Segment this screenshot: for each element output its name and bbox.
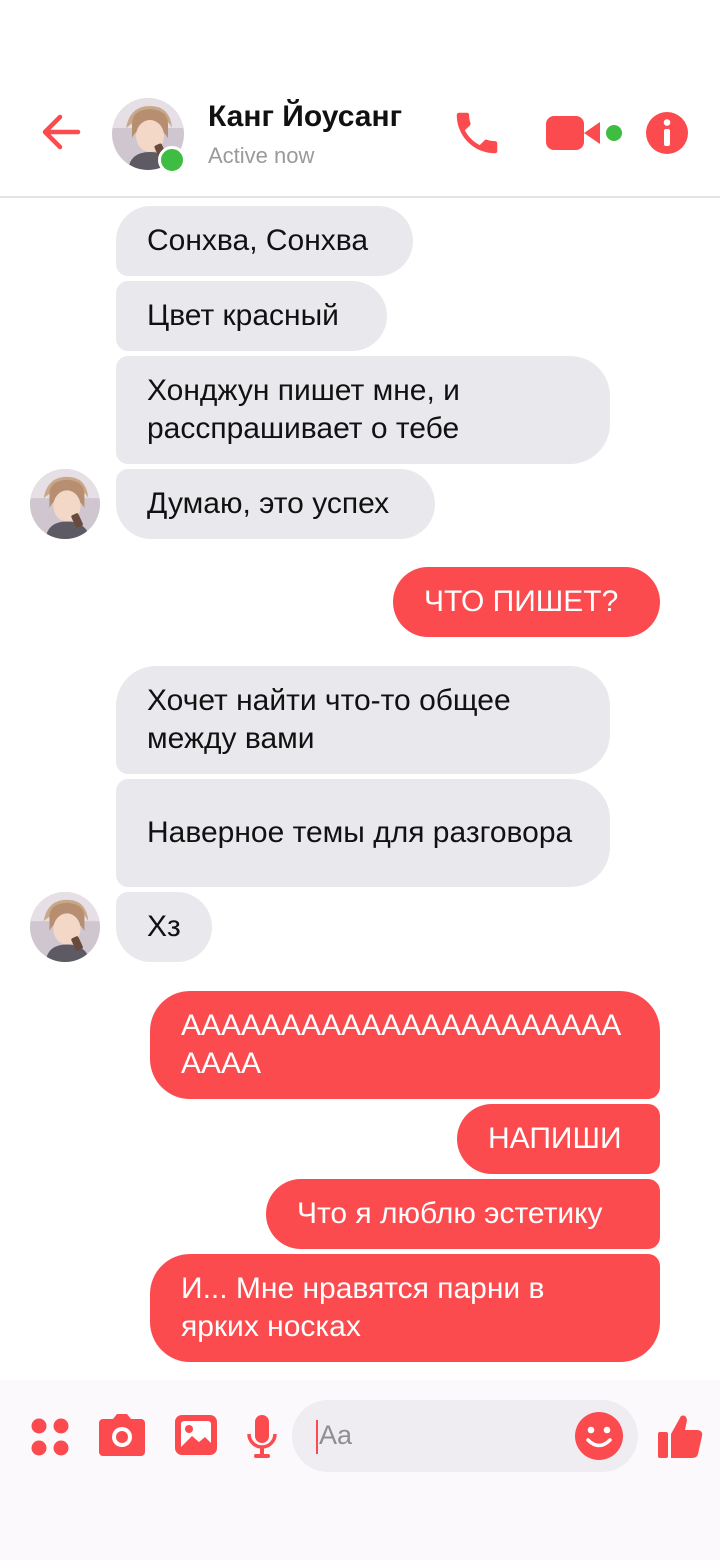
message-text: Хонджун пишет мне, и расспрашивает о теб… [147, 374, 460, 445]
gallery-icon[interactable] [174, 1414, 218, 1461]
message-text: Думаю, это успех [147, 487, 390, 520]
message-bubble-incoming[interactable]: Думаю, это успех [116, 469, 435, 539]
message-bubble-outgoing[interactable]: ЧТО ПИШЕТ? [393, 567, 660, 637]
online-status-dot [158, 146, 186, 174]
contact-status: Active now [208, 143, 315, 168]
message-composer: Aa [0, 1380, 720, 1560]
message-text: Сонхва, Сонхва [147, 224, 369, 257]
chat-header: Канг Йоусанг Active now [0, 0, 720, 198]
info-icon[interactable] [644, 110, 690, 156]
emoji-icon[interactable] [574, 1411, 624, 1461]
back-arrow-icon[interactable] [36, 106, 88, 158]
message-text: Хочет найти что-то общее между вами [147, 684, 511, 755]
camera-icon[interactable] [98, 1413, 146, 1462]
microphone-icon[interactable] [246, 1414, 278, 1465]
message-bubble-outgoing[interactable]: НАПИШИ [457, 1104, 660, 1174]
message-bubble-outgoing[interactable]: АААААААААААААААААААААААААА [150, 991, 660, 1099]
message-text: И... Мне нравятся парни в ярких носках [181, 1272, 545, 1343]
message-text: АААААААААААААААААААААААААА [181, 1009, 622, 1080]
message-bubble-outgoing[interactable]: Что я люблю эстетику [266, 1179, 660, 1249]
text-cursor [316, 1420, 318, 1454]
message-text: Что я люблю эстетику [297, 1197, 603, 1230]
message-bubble-incoming[interactable]: Хз [116, 892, 212, 962]
message-bubble-outgoing[interactable]: И... Мне нравятся парни в ярких носках [150, 1254, 660, 1362]
video-camera-icon[interactable] [544, 112, 626, 154]
message-text: Цвет красный [147, 299, 339, 332]
message-text: Хз [147, 910, 181, 943]
message-text: НАПИШИ [488, 1122, 622, 1155]
contact-name[interactable]: Канг Йоусанг [208, 100, 402, 134]
message-bubble-incoming[interactable]: Хочет найти что-то общее между вами [116, 666, 610, 774]
message-bubble-incoming[interactable]: Сонхва, Сонхва [116, 206, 413, 276]
message-bubble-incoming[interactable]: Наверное темы для разговора [116, 779, 610, 887]
message-bubble-incoming[interactable]: Хонджун пишет мне, и расспрашивает о теб… [116, 356, 610, 464]
thumbs-up-icon[interactable] [656, 1412, 704, 1465]
apps-icon[interactable] [30, 1417, 70, 1462]
message-thread[interactable]: Сонхва, Сонхва Цвет красный Хонджун пише… [0, 198, 720, 1380]
message-bubble-incoming[interactable]: Цвет красный [116, 281, 387, 351]
sender-avatar[interactable] [30, 469, 100, 539]
phone-icon[interactable] [450, 106, 504, 160]
message-input[interactable]: Aa [292, 1400, 638, 1472]
contact-avatar[interactable] [112, 98, 186, 174]
message-input-placeholder: Aa [319, 1420, 353, 1450]
message-text: ЧТО ПИШЕТ? [424, 585, 619, 618]
sender-avatar[interactable] [30, 892, 100, 962]
message-text: Наверное темы для разговора [147, 816, 573, 849]
